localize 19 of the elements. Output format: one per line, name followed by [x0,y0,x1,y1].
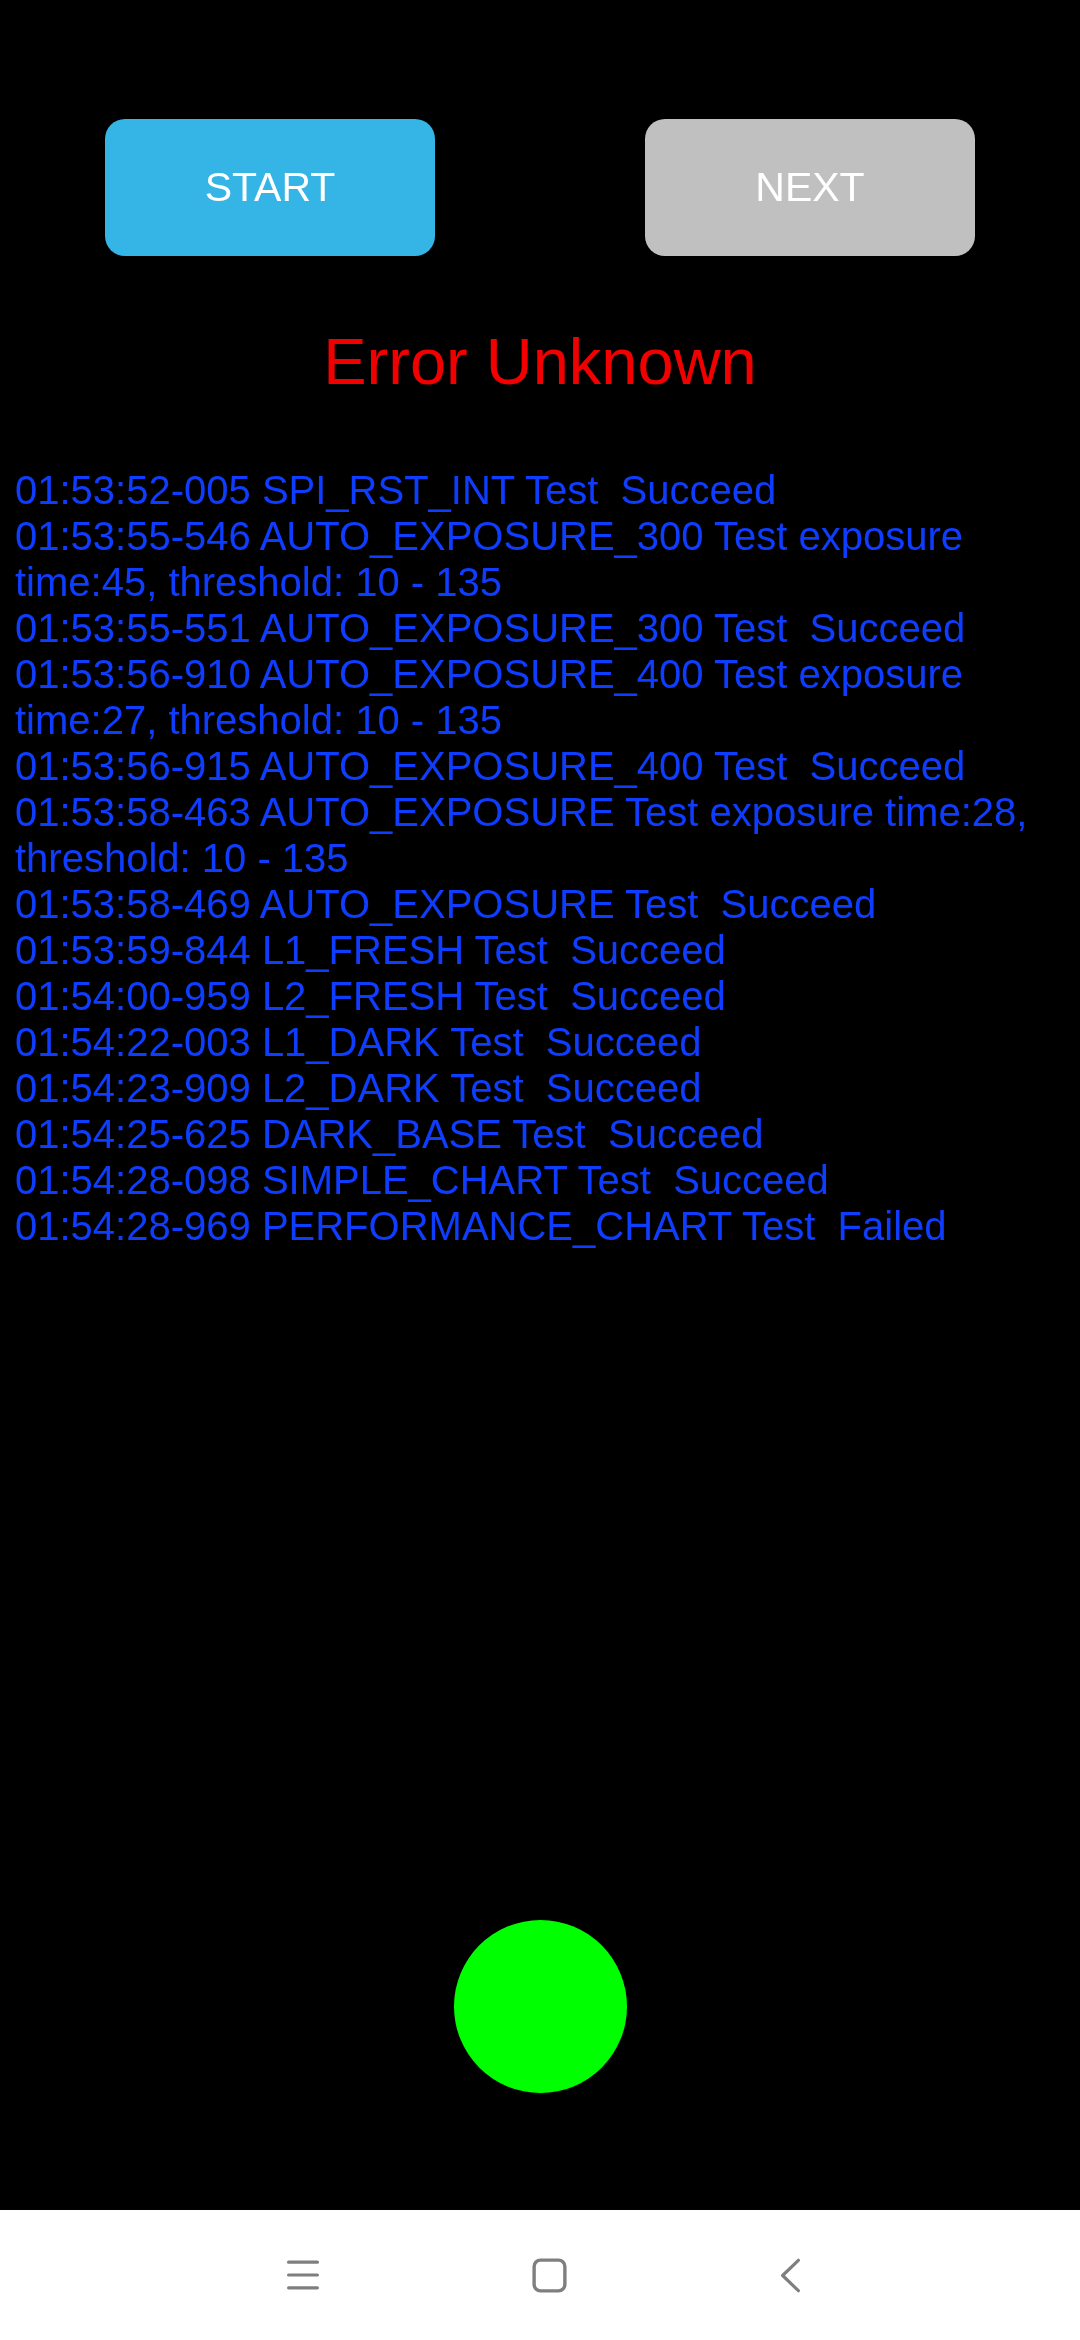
log-line: 01:54:28-098 SIMPLE_CHART Test Succeed [15,1157,829,1203]
log-line: 01:54:28-969 PERFORMANCE_CHART Test Failed [15,1203,947,1249]
log-line: 01:53:52-005 SPI_RST_INT Test Succeed [15,467,777,513]
log-line: 01:53:56-910 AUTO_EXPOSURE_400 Test exposure time:27, threshold: 10 - 135 [15,651,964,743]
log-line: 01:54:00-959 L2_FRESH Test Succeed [15,973,726,1019]
square-icon[interactable] [532,2257,567,2293]
menu-icon[interactable] [287,2260,319,2290]
action-button[interactable]: START [105,119,435,256]
log-line: 01:54:22-003 L1_DARK Test Succeed [15,1019,702,1065]
status-message: Error Unknown [323,326,757,398]
log-line: 01:53:59-844 L1_FRESH Test Succeed [15,927,726,973]
log-line: 01:53:55-546 AUTO_EXPOSURE_300 Test exposure time:45, threshold: 10 - 135 [15,513,964,605]
log-line: 01:53:58-469 AUTO_EXPOSURE Test Succeed [15,881,877,927]
log-line: 01:53:55-551 AUTO_EXPOSURE_300 Test Succeed [15,605,966,651]
chevron-left-icon[interactable] [780,2257,801,2293]
log-line: 01:54:23-909 L2_DARK Test Succeed [15,1065,702,1111]
log-line: 01:53:56-915 AUTO_EXPOSURE_400 Test Succeed [15,743,966,789]
log-line: 01:54:25-625 DARK_BASE Test Succeed [15,1111,764,1157]
log-line: 01:53:58-463 AUTO_EXPOSURE Test exposure time:28, threshold: 10 - 135 [15,789,1029,881]
